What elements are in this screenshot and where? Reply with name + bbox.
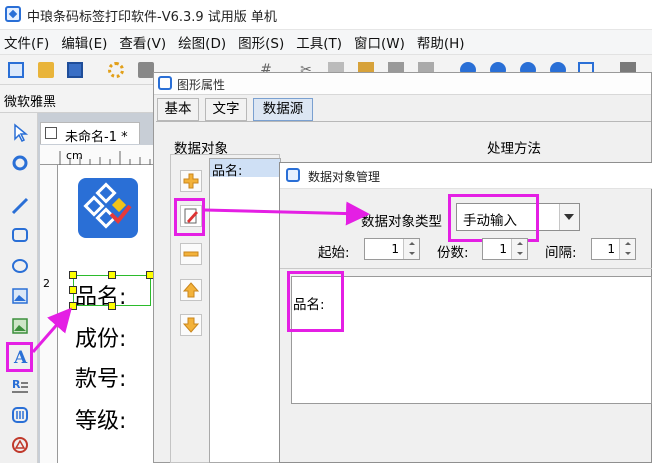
menu-draw[interactable]: 绘图(D): [178, 32, 226, 52]
process-method-label: 处理方法: [487, 141, 541, 157]
interval-spinner[interactable]: 1: [591, 238, 636, 260]
tab-data-source[interactable]: 数据源: [253, 98, 313, 121]
start-spinner[interactable]: 1: [364, 238, 420, 260]
menu-tools[interactable]: 工具(T): [296, 32, 342, 52]
shape-tool-icon[interactable]: [10, 435, 30, 455]
resize-handle-left[interactable]: [69, 286, 77, 294]
barcode-tool-icon[interactable]: [10, 405, 30, 425]
tab-text[interactable]: 文字: [205, 98, 247, 121]
data-object-list-item[interactable]: 品名:: [210, 159, 280, 179]
resize-handle-tl[interactable]: [69, 271, 77, 279]
plus-icon: [183, 173, 199, 189]
line-tool-icon[interactable]: [10, 196, 30, 216]
copies-label: 份数:: [437, 245, 469, 261]
interval-spin-buttons[interactable]: [619, 239, 635, 259]
content-highlight: [287, 271, 344, 332]
data-type-label: 数据对象类型: [361, 214, 442, 230]
data-object-list-item-label: 品名:: [212, 164, 243, 179]
rich-text-tool-icon[interactable]: R: [10, 375, 30, 395]
move-down-button[interactable]: [180, 314, 202, 336]
dialog-app-icon: [158, 76, 172, 90]
ruler-number: 2: [43, 277, 50, 290]
manager-dialog-titlebar: 数据对象管理: [280, 163, 652, 189]
company-logo-icon: [78, 178, 138, 238]
label-text-model[interactable]: 款号:: [75, 361, 126, 393]
move-up-button[interactable]: [180, 279, 202, 301]
copies-value: 1: [499, 242, 507, 256]
properties-dialog-titlebar: 图形属性: [154, 73, 651, 95]
data-type-highlight: [448, 194, 539, 242]
start-value: 1: [391, 242, 399, 256]
open-icon[interactable]: [38, 62, 54, 78]
label-text-grade[interactable]: 等级:: [75, 403, 126, 435]
image-tool-icon[interactable]: [10, 286, 30, 306]
left-toolbox: A R: [0, 113, 38, 463]
properties-dialog-title: 图形属性: [177, 78, 226, 92]
menu-edit[interactable]: 编辑(E): [61, 32, 107, 52]
svg-text:R: R: [12, 378, 21, 391]
menu-help[interactable]: 帮助(H): [417, 32, 465, 52]
tab-basic[interactable]: 基本: [157, 98, 199, 121]
menu-window[interactable]: 窗口(W): [354, 32, 405, 52]
ruler-ticks: [59, 151, 151, 165]
menu-bar: 文件(F) 编辑(E) 查看(V) 绘图(D) 图形(S) 工具(T) 窗口(W…: [0, 30, 652, 55]
interval-value: 1: [607, 242, 615, 256]
text-tool-highlight: [6, 342, 33, 372]
select-pointer-icon[interactable]: [10, 123, 30, 143]
delete-data-button[interactable]: [180, 243, 202, 265]
arrow-down-icon: [182, 317, 200, 333]
minus-icon: [183, 251, 199, 257]
vertical-ruler: 2: [40, 165, 58, 463]
chevron-down-icon: [564, 214, 574, 220]
arrow-up-icon: [182, 282, 200, 298]
ellipse-tool-icon[interactable]: [10, 256, 30, 276]
start-label: 起始:: [318, 245, 350, 261]
tab-divider: [156, 121, 651, 122]
rotate-icon[interactable]: [10, 153, 30, 173]
new-icon[interactable]: [8, 62, 24, 78]
menu-shape[interactable]: 图形(S): [238, 32, 284, 52]
manager-divider: [280, 268, 652, 269]
resize-handle-bl[interactable]: [69, 302, 77, 310]
data-content-textarea[interactable]: 品名:: [291, 276, 652, 404]
menu-view[interactable]: 查看(V): [119, 32, 166, 52]
font-family-select[interactable]: 微软雅黑: [4, 91, 56, 110]
label-text-composition[interactable]: 成份:: [75, 321, 126, 353]
app-logo-icon: [5, 6, 21, 22]
document-tab-label: 未命名-1 *: [65, 130, 128, 145]
settings-icon[interactable]: [108, 62, 124, 78]
resize-handle-top[interactable]: [108, 271, 116, 279]
save-icon[interactable]: [67, 62, 83, 78]
resize-handle-bottom[interactable]: [108, 302, 116, 310]
add-data-button[interactable]: [180, 170, 202, 192]
data-object-list[interactable]: [209, 158, 281, 463]
copies-spinner[interactable]: 1: [482, 238, 528, 260]
start-spin-buttons[interactable]: [403, 239, 419, 259]
horizontal-ruler: cm: [40, 145, 160, 165]
menu-file[interactable]: 文件(F): [4, 32, 49, 52]
manager-dialog-icon: [286, 168, 300, 182]
document-icon: [45, 127, 57, 139]
copies-spin-buttons[interactable]: [511, 239, 527, 259]
edit-button-highlight: [174, 198, 205, 236]
manager-dialog-title: 数据对象管理: [308, 170, 381, 184]
document-tab[interactable]: 未命名-1 *: [40, 122, 140, 145]
app-title: 中琅条码标签打印软件-V6.3.9 试用版 单机: [27, 10, 277, 25]
interval-label: 间隔:: [545, 245, 577, 261]
rectangle-tool-icon[interactable]: [10, 225, 30, 245]
print-icon[interactable]: [138, 62, 154, 78]
picture-tool-icon[interactable]: [10, 316, 30, 336]
